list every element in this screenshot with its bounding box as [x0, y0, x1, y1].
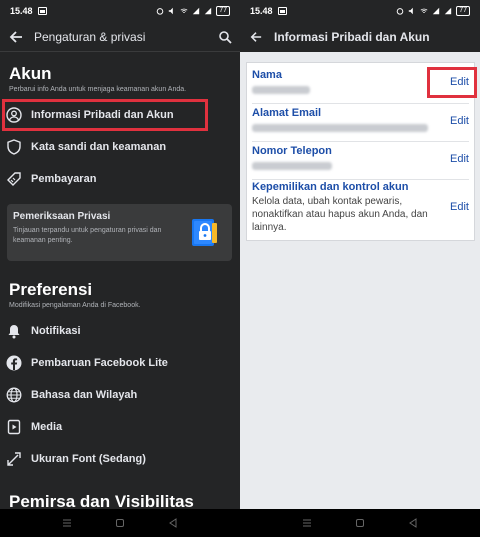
- gallery-notification-icon: [37, 7, 47, 15]
- menu-item-label: Pembaruan Facebook Lite: [31, 357, 168, 369]
- menu-item-password-security[interactable]: Kata sandi dan keamanan: [5, 134, 225, 160]
- home-icon[interactable]: [354, 517, 366, 529]
- mute-icon: [409, 7, 414, 15]
- globe-icon: [5, 386, 23, 404]
- tag-icon: [5, 170, 23, 188]
- media-icon: [5, 418, 23, 436]
- akun-subtitle: Perbarui info Anda untuk menjaga keamana…: [9, 86, 187, 93]
- status-bar: 15.48 77: [0, 0, 240, 22]
- status-time: 15.48: [10, 6, 33, 16]
- menu-item-notifications[interactable]: Notifikasi: [5, 318, 225, 344]
- privacy-checkup-card[interactable]: Pemeriksaan Privasi Tinjauan terpandu un…: [7, 204, 232, 261]
- alarm-icon: [396, 8, 404, 15]
- row-label: Nomor Telepon: [252, 145, 332, 157]
- settings-privacy-screen: 15.48 77 Pengaturan & privasi Akun Perba…: [0, 0, 240, 537]
- privacy-card-description: Tinjauan terpandu untuk pengaturan priva…: [13, 227, 162, 244]
- email-value-redacted: [252, 124, 428, 132]
- row-account-ownership[interactable]: Kepemilikan dan kontrol akun Kelola data…: [247, 179, 474, 241]
- page-title: Pengaturan & privasi: [34, 29, 146, 44]
- menu-item-font-size[interactable]: Ukuran Font (Sedang): [5, 446, 225, 472]
- recent-apps-icon[interactable]: [301, 517, 313, 529]
- menu-item-label: Media: [31, 421, 63, 433]
- android-nav-bar: [240, 509, 480, 537]
- menu-item-media[interactable]: Media: [5, 414, 225, 440]
- facebook-icon: [5, 354, 23, 372]
- lock-icon: [192, 219, 217, 246]
- battery-level: 77: [216, 6, 230, 16]
- row-label: Alamat Email: [252, 107, 322, 119]
- row-phone[interactable]: Nomor Telepon Edit: [247, 141, 474, 179]
- edit-account-ownership-button[interactable]: Edit: [450, 201, 469, 213]
- status-bar: 15.48 77: [240, 0, 480, 22]
- edit-phone-button[interactable]: Edit: [450, 153, 469, 165]
- search-icon[interactable]: [218, 30, 232, 44]
- mute-icon: [169, 7, 174, 15]
- signal-icon: [433, 7, 440, 15]
- row-label: Nama: [252, 69, 282, 81]
- back-arrow-icon[interactable]: [248, 29, 264, 45]
- font-size-icon: [5, 450, 23, 468]
- signal-icon-2: [445, 7, 452, 15]
- edit-email-button[interactable]: Edit: [450, 115, 469, 127]
- back-nav-icon[interactable]: [407, 517, 419, 529]
- preferensi-heading: Preferensi: [9, 280, 93, 299]
- phone-value-redacted: [252, 162, 332, 170]
- highlight-box-edit-name: [427, 67, 477, 98]
- akun-heading: Akun: [9, 64, 52, 83]
- menu-item-label: Pembayaran: [31, 173, 97, 185]
- battery-level: 77: [456, 6, 470, 16]
- row-email[interactable]: Alamat Email Edit: [247, 103, 474, 141]
- menu-item-label: Bahasa dan Wilayah: [31, 389, 138, 401]
- row-label: Kepemilikan dan kontrol akun: [252, 181, 409, 193]
- status-time: 15.48: [250, 6, 273, 16]
- highlight-box-personal-info: [2, 99, 208, 131]
- signal-icon: [193, 7, 200, 15]
- preferensi-subtitle: Modifikasi pengalaman Anda di Facebook.: [9, 302, 141, 309]
- row-description: Kelola data, ubah kontak pewaris, nonakt…: [252, 196, 428, 233]
- menu-item-label: Notifikasi: [31, 325, 81, 337]
- menu-item-language-region[interactable]: Bahasa dan Wilayah: [5, 382, 225, 408]
- wifi-icon: [180, 8, 188, 13]
- back-arrow-icon[interactable]: [8, 29, 24, 45]
- top-bar: Informasi Pribadi dan Akun: [240, 22, 480, 52]
- top-bar: Pengaturan & privasi: [0, 22, 240, 52]
- alarm-icon: [156, 8, 164, 15]
- menu-item-label: Kata sandi dan keamanan: [31, 141, 167, 153]
- menu-item-payments[interactable]: Pembayaran: [5, 166, 225, 192]
- menu-item-facebook-lite-update[interactable]: Pembaruan Facebook Lite: [5, 350, 225, 376]
- bell-icon: [5, 322, 23, 340]
- back-nav-icon[interactable]: [167, 517, 179, 529]
- gallery-notification-icon: [277, 7, 287, 15]
- android-nav-bar: [0, 509, 240, 537]
- signal-icon-2: [205, 7, 212, 15]
- name-value-redacted: [252, 86, 310, 94]
- page-title: Informasi Pribadi dan Akun: [274, 30, 430, 44]
- recent-apps-icon[interactable]: [61, 517, 73, 529]
- wifi-icon: [420, 8, 428, 13]
- shield-icon: [5, 138, 23, 156]
- menu-item-label: Ukuran Font (Sedang): [31, 453, 146, 465]
- home-icon[interactable]: [114, 517, 126, 529]
